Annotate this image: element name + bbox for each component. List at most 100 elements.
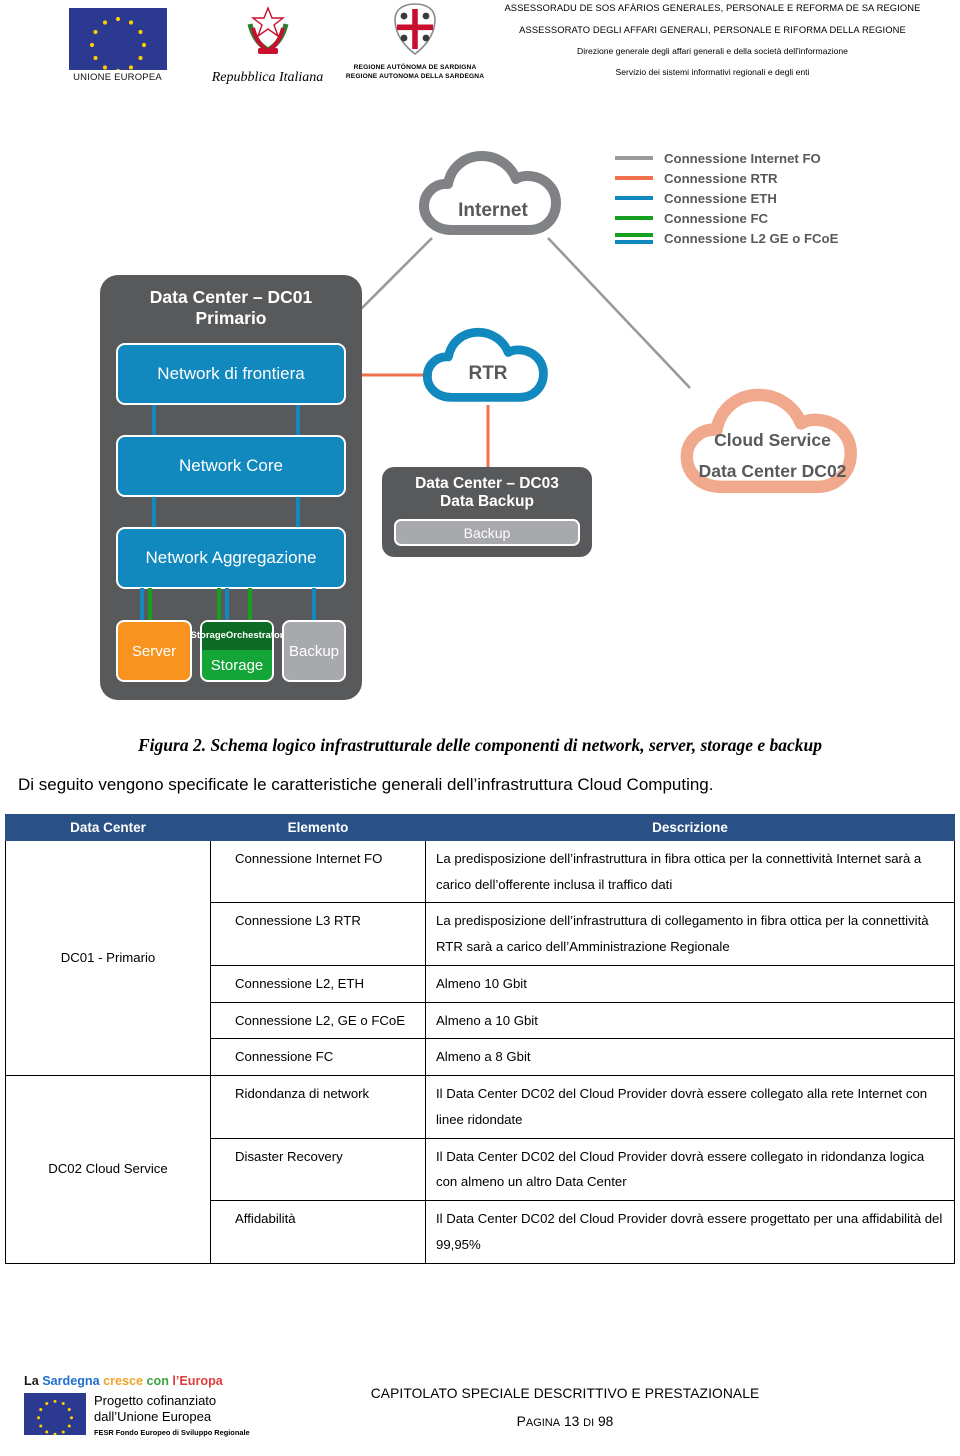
italy-logo: Repubblica Italiana	[205, 4, 330, 86]
eu-logo-caption: UNIONE EUROPEA	[73, 72, 162, 83]
eu-flag-icon	[68, 8, 167, 70]
dc03-backup-box: Backup	[394, 519, 580, 546]
table-cell-datacenter-dc02: DC02 Cloud Service	[5, 1075, 211, 1264]
table-cell-elemento: Disaster Recovery	[210, 1137, 426, 1202]
footer-logo-line1: Progetto cofinanziato	[94, 1393, 217, 1408]
internet-cloud-icon	[419, 151, 561, 235]
legend-label-internet-fo: Connessione Internet FO	[664, 150, 821, 166]
legend-item: Connessione L2 GE o FCoE	[615, 228, 915, 248]
dc03-title-line1: Data Center – DC03	[415, 475, 559, 492]
eu-stars-icon	[89, 16, 146, 70]
link-frontiera-core-right	[296, 403, 300, 437]
table-header-descrizione: Descrizione	[425, 814, 955, 841]
figure-caption: Figura 2. Schema logico infrastrutturale…	[138, 735, 822, 755]
document-header: UNIONE EUROPEA Repubblica Italiana REGIO…	[0, 0, 960, 92]
table-header-row: Data Center Elemento Descrizione	[5, 814, 955, 841]
legend-item: Connessione RTR	[615, 168, 915, 188]
footer-tagline-w2: Sardegna	[42, 1374, 104, 1388]
table-cell-descrizione: Almeno a 8 Gbit	[425, 1038, 955, 1077]
footer-tagline-w1: La	[24, 1374, 43, 1388]
table-cell-descrizione: Il Data Center DC02 del Cloud Provider d…	[425, 1137, 955, 1202]
internet-cloud-label: Internet	[458, 200, 528, 221]
server-box: Server	[116, 620, 192, 682]
document-footer: La Sardegna cresce con l’Europa Progetto…	[0, 1368, 960, 1456]
header-line-2: ASSESSORATO DEGLI AFFARI GENERALI, PERSO…	[519, 24, 906, 35]
legend-swatch-fc	[615, 216, 653, 220]
link-agg-server-fc	[148, 588, 152, 621]
network-core-box: Network Core	[116, 435, 346, 497]
legend-label-eth: Connessione ETH	[664, 190, 777, 206]
dc01-title-line2: Primario	[195, 307, 267, 328]
sardegna-logo: REGIONE AUTÒNOMA DE SARDIGNA REGIONE AUT…	[340, 2, 490, 82]
sardegna-emblem-icon	[394, 3, 436, 56]
table-cell-descrizione: Almeno 10 Gbit	[425, 964, 955, 1003]
storage-orchestrator-line1: Storage	[190, 629, 226, 641]
storage-box: Storage Orchestrator Storage	[191, 620, 283, 682]
footer-doc-title: CAPITOLATO SPECIALE DESCRITTIVO E PRESTA…	[370, 1386, 760, 1401]
network-frontiera-box: Network di frontiera	[116, 343, 346, 405]
storage-orchestrator-line2: Orchestrator	[225, 629, 284, 641]
legend-swatch-rtr	[615, 176, 653, 180]
link-agg-storage-fc-right	[248, 588, 252, 621]
legend-label-l2-ge-fcoe: Connessione L2 GE o FCoE	[664, 230, 839, 246]
footer-logo-line2: dall’Unione Europea	[94, 1408, 212, 1424]
table-cell-elemento: Connessione L3 RTR	[210, 902, 426, 966]
dc03-title: Data Center – DC03 Data Backup	[382, 467, 592, 512]
link-agg-server-eth	[140, 588, 144, 621]
legend-label-rtr: Connessione RTR	[664, 170, 778, 186]
sardegna-caption-sc: REGIONE AUTÒNOMA DE SARDIGNA	[353, 64, 477, 71]
header-titles: ASSESSORADU DE SOS AFÀRIOS GENERALES, PE…	[470, 2, 955, 77]
italy-logo-caption: Repubblica Italiana	[211, 70, 324, 85]
link-core-aggregazione-left	[152, 495, 156, 529]
architecture-diagram: Internet RTR Cloud Service Data Center D…	[0, 120, 960, 720]
table-cell-elemento: Connessione FC	[210, 1038, 426, 1077]
footer-page-label-cap: P	[516, 1414, 526, 1429]
table-cell-datacenter-dc01: DC01 - Primario	[5, 839, 211, 1077]
link-agg-backup-eth	[312, 588, 316, 621]
table-cell-elemento: Connessione L2, ETH	[210, 964, 426, 1003]
sardegna-caption-it: REGIONE AUTONOMA DELLA SARDEGNA	[345, 72, 485, 80]
legend-label-fc: Connessione FC	[664, 210, 769, 226]
storage-orchestrator-label: Storage Orchestrator	[191, 622, 283, 650]
dc01-title: Data Center – DC01 Primario	[100, 275, 362, 328]
footer-page-label-rest: AGINA	[525, 1417, 561, 1429]
table-header-elemento: Elemento	[210, 814, 426, 841]
table-header-data-center: Data Center	[5, 814, 211, 841]
header-line-3: Direzione generale degli affari generali…	[577, 46, 848, 56]
footer-page-of: DI	[583, 1417, 595, 1429]
table-row: DC02 Cloud Service Ridondanza di network…	[5, 1075, 955, 1264]
header-line-1: ASSESSORADU DE SOS AFÀRIOS GENERALES, PE…	[504, 2, 921, 13]
dc01-title-line1: Data Center – DC01	[149, 287, 313, 307]
network-aggregazione-box: Network Aggregazione	[116, 527, 346, 589]
cloud-service-label-line2: Data Center DC02	[698, 460, 847, 481]
link-agg-storage-fc-left	[217, 588, 221, 621]
table-cell-descrizione: Almeno a 10 Gbit	[425, 1001, 955, 1040]
footer-tagline-w5: l’Europa	[172, 1374, 223, 1388]
dc03-title-line2: Data Backup	[440, 493, 534, 511]
diagram-legend: Connessione Internet FO Connessione RTR …	[615, 148, 915, 248]
table-cell-descrizione: Il Data Center DC02 del Cloud Provider d…	[425, 1200, 955, 1264]
table-cell-descrizione: Il Data Center DC02 del Cloud Provider d…	[425, 1075, 955, 1139]
link-frontiera-core-left	[152, 403, 156, 437]
legend-swatch-internet-fo	[615, 156, 653, 160]
specifications-table: Data Center Elemento Descrizione DC01 - …	[5, 814, 955, 1264]
link-core-aggregazione-right	[296, 495, 300, 529]
footer-tagline-w3: cresce	[103, 1374, 147, 1388]
footer-page-total: 98	[597, 1414, 614, 1429]
legend-item: Connessione Internet FO	[615, 148, 915, 168]
legend-swatch-l2-ge-fcoe	[615, 232, 653, 244]
footer-tagline-w4: con	[146, 1374, 173, 1388]
backup-box: Backup	[282, 620, 346, 682]
table-cell-elemento: Connessione Internet FO	[210, 839, 426, 904]
header-line-4: Servizio dei sistemi informativi regiona…	[615, 67, 810, 77]
body-paragraph: Di seguito vengono specificate le caratt…	[18, 775, 714, 794]
footer-page-indicator: PAGINA 13 DI 98	[285, 1414, 845, 1429]
footer-eu-project-logo: La Sardegna cresce con l’Europa Progetto…	[24, 1374, 274, 1437]
footer-eu-stars-icon	[37, 1399, 73, 1436]
link-agg-storage-eth	[225, 588, 229, 621]
legend-item: Connessione ETH	[615, 188, 915, 208]
rtr-cloud-label: RTR	[468, 363, 508, 384]
cloud-service-label-line1: Cloud Service	[714, 430, 831, 450]
footer-tagline: La Sardegna cresce con l’Europa	[24, 1374, 274, 1388]
table-cell-elemento: Ridondanza di network	[210, 1075, 426, 1139]
